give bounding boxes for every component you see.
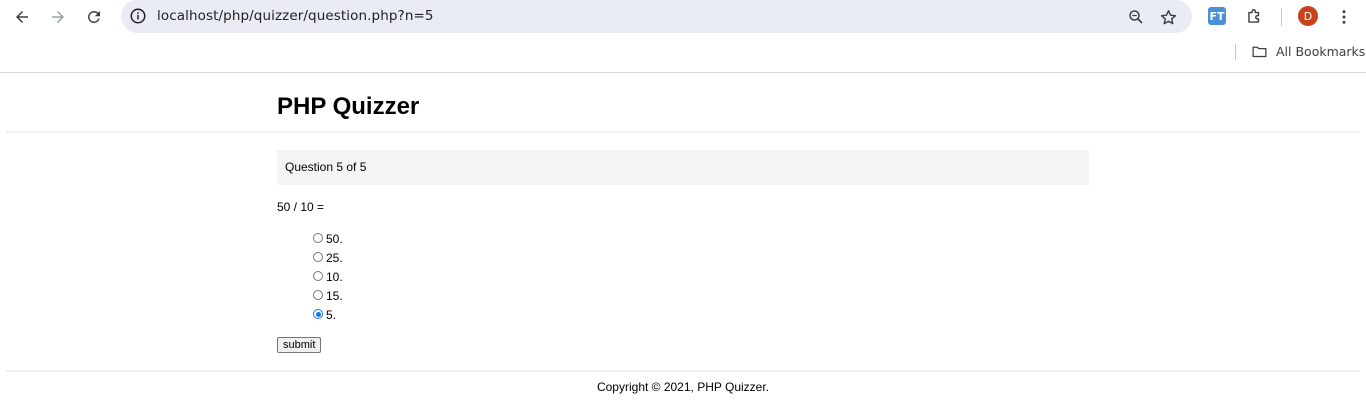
reload-button[interactable] bbox=[80, 3, 108, 31]
question-progress: Question 5 of 5 bbox=[285, 160, 367, 174]
copyright-text: Copyright © 2021, PHP Quizzer. bbox=[596, 380, 770, 394]
bookmarks-divider bbox=[1235, 44, 1236, 60]
choice-label: 5. bbox=[326, 308, 337, 323]
zoom-icon[interactable] bbox=[1125, 6, 1147, 28]
choice-radio[interactable] bbox=[313, 232, 323, 243]
forward-button[interactable] bbox=[44, 3, 72, 31]
profile-avatar[interactable]: D bbox=[1298, 6, 1318, 26]
reload-icon bbox=[87, 10, 100, 23]
choice-item[interactable]: 25. bbox=[312, 248, 343, 267]
choice-item[interactable]: 5. bbox=[312, 306, 343, 325]
choices-list: 50. 25. 10. 15. 5. bbox=[312, 229, 343, 325]
question-progress-box: Question 5 of 5 bbox=[277, 150, 1089, 185]
toolbar-divider bbox=[1281, 8, 1282, 26]
site-info-icon[interactable] bbox=[128, 6, 148, 26]
choice-label: 15. bbox=[326, 289, 343, 304]
browser-toolbar: localhost/php/quizzer/question.php?n=5 F… bbox=[0, 0, 1366, 34]
choice-radio[interactable] bbox=[313, 251, 323, 262]
choice-item[interactable]: 50. bbox=[312, 229, 343, 248]
kebab-menu-icon[interactable] bbox=[1334, 6, 1354, 28]
choice-radio[interactable] bbox=[313, 290, 323, 301]
bookmark-star-icon[interactable] bbox=[1157, 6, 1179, 28]
bookmarks-bar: All Bookmarks bbox=[0, 34, 1366, 73]
arrow-right-icon bbox=[52, 11, 64, 23]
question-text: 50 / 10 = bbox=[277, 200, 325, 214]
url-text[interactable]: localhost/php/quizzer/question.php?n=5 bbox=[157, 8, 434, 24]
choice-radio[interactable] bbox=[313, 270, 323, 281]
arrow-left-icon bbox=[16, 11, 28, 23]
folder-icon bbox=[1252, 46, 1267, 58]
choice-radio[interactable] bbox=[313, 309, 323, 320]
site-title: PHP Quizzer bbox=[277, 93, 420, 120]
page-content: PHP Quizzer Question 5 of 5 50 / 10 = 50… bbox=[0, 74, 1366, 406]
extension-ft-icon[interactable]: FT bbox=[1208, 7, 1226, 25]
address-bar[interactable]: localhost/php/quizzer/question.php?n=5 bbox=[121, 0, 1192, 33]
choice-label: 10. bbox=[326, 269, 343, 284]
submit-button[interactable]: submit bbox=[277, 337, 322, 353]
site-footer: Copyright © 2021, PHP Quizzer. bbox=[6, 370, 1360, 406]
site-header: PHP Quizzer bbox=[6, 74, 1360, 133]
choice-item[interactable]: 10. bbox=[312, 267, 343, 286]
extensions-puzzle-icon[interactable] bbox=[1243, 5, 1265, 27]
choice-item[interactable]: 15. bbox=[312, 287, 343, 306]
choice-label: 50. bbox=[326, 231, 343, 246]
choice-label: 25. bbox=[326, 250, 343, 265]
all-bookmarks-button[interactable]: All Bookmarks bbox=[1251, 43, 1365, 60]
back-button[interactable] bbox=[8, 3, 36, 31]
all-bookmarks-label: All Bookmarks bbox=[1276, 44, 1366, 59]
